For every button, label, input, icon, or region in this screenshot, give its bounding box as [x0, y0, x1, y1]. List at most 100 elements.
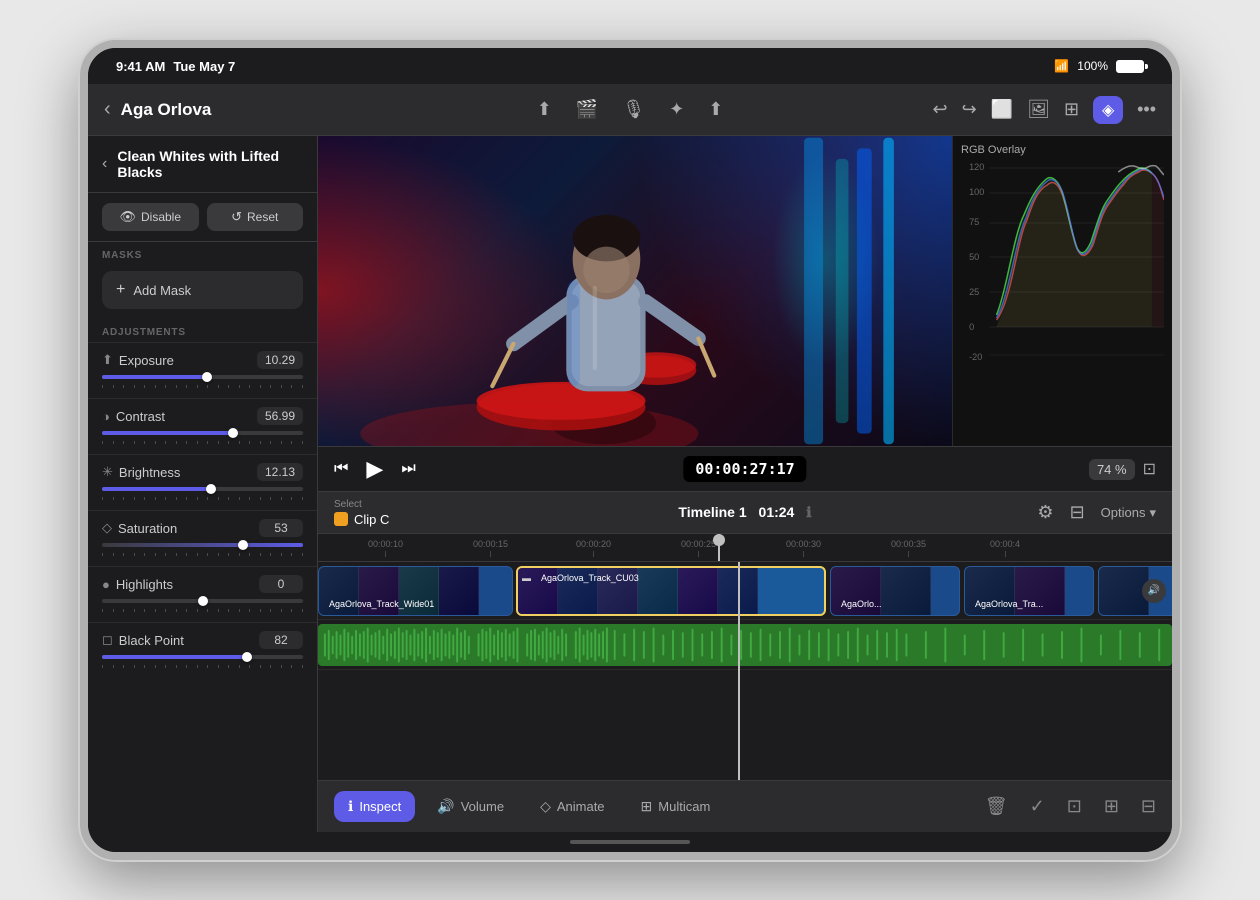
mic-icon[interactable]: 🎙 [622, 99, 645, 120]
rgb-overlay: RGB Overlay 120 100 75 50 25 0 -20 [952, 136, 1172, 446]
timeline-ruler: 00:00:10 00:00:15 00:00:20 00:00:25 00:0… [318, 534, 1172, 562]
contrast-slider-thumb[interactable] [228, 428, 238, 438]
detach-button[interactable]: ⊟ [1141, 796, 1156, 817]
panel-back-button[interactable]: ‹ [102, 155, 107, 173]
timeline-duration: 01:24 [759, 504, 795, 520]
status-bar: 9:41 AM Tue May 7 📶 100% [88, 48, 1172, 84]
contrast-header: ◑ Contrast 56.99 [102, 407, 303, 425]
exposure-value[interactable]: 10.29 [257, 351, 303, 369]
reset-label: Reset [247, 210, 278, 224]
left-panel: ‹ Clean Whites with Lifted Blacks 👁 Disa… [88, 136, 318, 832]
magnetism-icon[interactable]: ⚙ [1037, 502, 1053, 523]
tab-inspect[interactable]: ℹ Inspect [334, 791, 415, 822]
video-preview[interactable] [318, 136, 952, 446]
ruler-label: 00:00:10 [368, 539, 403, 549]
clip-right2[interactable]: AgaOrlova_Tra... [964, 566, 1094, 616]
highlights-name: ● Highlights [102, 577, 173, 592]
waveform-svg: 120 100 75 50 25 0 -20 [961, 160, 1164, 430]
add-mask-label: Add Mask [133, 283, 191, 298]
audio-waveform [318, 624, 1172, 666]
zoom-value[interactable]: 74 % [1089, 459, 1135, 480]
svg-text:0: 0 [969, 322, 974, 332]
black-point-value[interactable]: 82 [259, 631, 303, 649]
eye-icon: 👁 [119, 209, 136, 225]
options-button[interactable]: Options ▾ [1101, 505, 1156, 521]
tab-animate[interactable]: ◇ Animate [526, 791, 618, 822]
video-track-row: AgaOrlova_Track_Wide01 [318, 562, 1172, 620]
split-button[interactable]: ⊞ [1104, 796, 1119, 817]
contrast-value[interactable]: 56.99 [257, 407, 303, 425]
disable-label: Disable [141, 210, 181, 224]
delete-button[interactable]: 🗑 [985, 796, 1008, 817]
highlights-slider-thumb[interactable] [198, 596, 208, 606]
aspect-ratio-icon[interactable]: ⊡ [1143, 459, 1156, 479]
photo-library-icon[interactable]: 🖼 [1027, 99, 1050, 120]
tab-volume[interactable]: 🔊 Volume [423, 791, 518, 822]
options-label: Options [1101, 505, 1146, 520]
exposure-slider-track[interactable] [102, 375, 303, 379]
clip-wide01[interactable]: AgaOrlova_Track_Wide01 [318, 566, 513, 616]
contrast-slider-track[interactable] [102, 431, 303, 435]
main-content: ‹ Clean Whites with Lifted Blacks 👁 Disa… [88, 136, 1172, 832]
undo-icon[interactable]: ↩ [933, 99, 948, 120]
highlights-value[interactable]: 0 [259, 575, 303, 593]
saturation-slider-thumb[interactable] [238, 540, 248, 550]
brightness-slider-track[interactable] [102, 487, 303, 491]
ruler-line [803, 551, 804, 557]
black-point-slider-track[interactable] [102, 655, 303, 659]
confirm-button[interactable]: ✓ [1030, 796, 1045, 817]
clip-cu03[interactable]: ▬ AgaOrlova_Track_CU03 [516, 566, 826, 616]
bottom-right-tools: 🗑 ✓ ⊡ ⊞ ⊟ [985, 796, 1156, 817]
volume-knob[interactable]: 🔊 [1142, 579, 1166, 603]
clip-appearance-icon[interactable]: ⊟ [1070, 502, 1085, 523]
saturation-slider-track[interactable] [102, 543, 303, 547]
saturation-value[interactable]: 53 [259, 519, 303, 537]
camera-icon[interactable]: 🎬 [576, 99, 598, 120]
fullscreen-icon[interactable]: ⬜ [991, 99, 1013, 120]
svg-text:120: 120 [969, 162, 984, 172]
brightness-value[interactable]: 12.13 [257, 463, 303, 481]
back-button[interactable]: ‹ [104, 98, 111, 121]
info-icon[interactable]: ℹ [806, 504, 811, 520]
add-mask-button[interactable]: + Add Mask [102, 271, 303, 309]
inspect-icon: ℹ [348, 798, 353, 815]
highlights-slider-track[interactable] [102, 599, 303, 603]
project-title: Aga Orlova [121, 100, 212, 120]
playback-bar: ⏮ ▶ ⏭ 00:00:27:17 74 % ⊡ [318, 446, 1172, 492]
inspect-label: Inspect [359, 799, 401, 814]
timeline-tracks: AgaOrlova_Track_Wide01 [318, 562, 1172, 780]
grid-icon[interactable]: ⊞ [1064, 99, 1079, 120]
exposure-slider-thumb[interactable] [202, 372, 212, 382]
clip-header: ▬ AgaOrlova_Track_CU03 [522, 571, 645, 585]
disable-button[interactable]: 👁 Disable [102, 203, 199, 231]
skip-back-button[interactable]: ⏮ [334, 460, 348, 478]
zoom-number: 74 [1097, 462, 1111, 477]
color-grading-icon[interactable]: ◈ [1093, 96, 1123, 124]
contrast-icon: ◑ [102, 409, 110, 424]
audio-track[interactable] [318, 624, 1172, 666]
masks-section-label: MASKS [88, 242, 317, 265]
play-button[interactable]: ▶ [366, 456, 383, 482]
volume-icon: 🔊 [437, 798, 454, 815]
highlights-ticks [102, 607, 303, 614]
more-icon[interactable]: ••• [1137, 99, 1156, 120]
thumb [881, 567, 931, 615]
playhead-handle[interactable] [713, 534, 725, 546]
voiceover-icon[interactable]: ✦ [669, 99, 684, 120]
trim-button[interactable]: ⊡ [1067, 796, 1082, 817]
redo-icon[interactable]: ↪ [962, 99, 977, 120]
waveform-canvas: 120 100 75 50 25 0 -20 [961, 160, 1164, 430]
black-point-slider-thumb[interactable] [242, 652, 252, 662]
skip-forward-button[interactable]: ⏭ [401, 460, 415, 478]
export-icon[interactable]: ⬆ [708, 99, 723, 120]
ruler-tick-30: 00:00:30 [786, 539, 821, 557]
ruler-line [593, 551, 594, 557]
black-point-ticks [102, 663, 303, 670]
svg-text:100: 100 [969, 187, 984, 197]
reset-button[interactable]: ↺ Reset [207, 203, 304, 231]
share-icon[interactable]: ⬆ [537, 99, 552, 120]
brightness-slider-thumb[interactable] [206, 484, 216, 494]
battery-icon [1116, 60, 1144, 73]
clip-right1[interactable]: AgaOrlo... [830, 566, 960, 616]
tab-multicam[interactable]: ⊞ Multicam [627, 791, 725, 822]
